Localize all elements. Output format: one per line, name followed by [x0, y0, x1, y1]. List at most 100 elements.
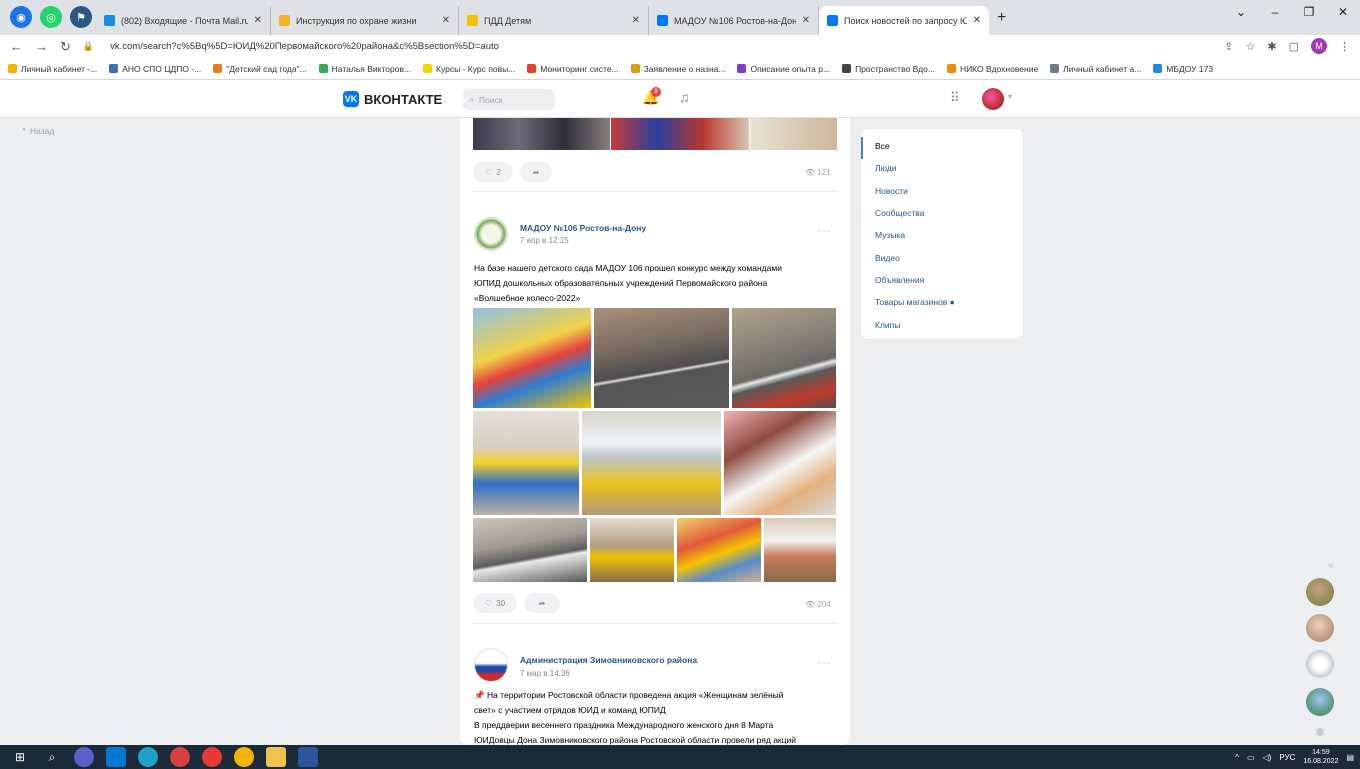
post-photo[interactable] [473, 518, 587, 582]
avatar[interactable] [982, 88, 1004, 110]
more-icon[interactable]: ··· [818, 226, 831, 237]
edge-icon[interactable] [138, 747, 158, 767]
bookmark-item[interactable]: НИКО Вдохновение [946, 64, 1038, 74]
windows-start-icon[interactable]: ⊞ [10, 747, 30, 767]
whatsapp-icon[interactable]: ◎ [40, 6, 62, 28]
post-photo[interactable] [590, 518, 674, 582]
filter-all[interactable]: Все [875, 141, 890, 151]
browser-tab-search[interactable]: Поиск новостей по запросу Ю ✕ [819, 6, 989, 35]
close-icon[interactable]: ✕ [802, 15, 810, 26]
post-photo[interactable] [611, 118, 749, 150]
bookmark-item[interactable]: АНО СПО ЦДПО -... [109, 64, 201, 74]
music-icon[interactable]: ♫ [679, 89, 690, 105]
search-input[interactable] [479, 94, 544, 105]
notifications-icon[interactable]: ▤ [1346, 753, 1354, 762]
chat-avatar[interactable] [1306, 688, 1334, 716]
profile-avatar[interactable]: M [1311, 38, 1327, 54]
close-icon[interactable]: ✕ [973, 15, 981, 26]
star-bookmark-icon[interactable]: ☆ [1246, 40, 1256, 53]
browser-tab-instruction[interactable]: Инструкция по охране жизни ✕ [271, 6, 459, 35]
filter-music[interactable]: Музыка [875, 230, 905, 240]
vk-search[interactable]: ⌕ [463, 89, 555, 110]
share-button[interactable]: ➦ [524, 593, 560, 613]
volume-icon[interactable]: ◁) [1263, 753, 1272, 762]
post-photo[interactable] [677, 518, 761, 582]
share-icon[interactable]: ⇪ [1224, 40, 1233, 53]
new-tab-button[interactable]: + [997, 9, 1006, 27]
post-photo[interactable] [750, 118, 837, 150]
bookmark-item[interactable]: Курсы - Курс повы... [423, 64, 515, 74]
restore-button[interactable]: ❐ [1292, 0, 1326, 24]
word-icon[interactable] [298, 747, 318, 767]
filter-video[interactable]: Видео [875, 253, 900, 263]
post-date[interactable]: 7 мар в 14:36 [520, 669, 570, 678]
extensions-icon[interactable]: ✱ [1267, 40, 1276, 53]
post-photo[interactable] [724, 411, 836, 515]
clock[interactable]: 14:59 16.08.2022 [1303, 748, 1338, 766]
bookmark-item[interactable]: МБДОУ 173 [1153, 64, 1213, 74]
sidebar-icon[interactable]: ▢ [1289, 40, 1299, 53]
network-icon[interactable]: ▭ [1247, 753, 1255, 762]
filter-news[interactable]: Новости [875, 186, 908, 196]
bookmark-item[interactable]: Заявление о назна... [630, 64, 725, 74]
folder-icon[interactable] [266, 747, 286, 767]
close-window-button[interactable]: ✕ [1326, 0, 1360, 24]
post-photo[interactable] [764, 518, 836, 582]
browser-tab-madou[interactable]: МАДОУ №106 Ростов-на-Дону ✕ [649, 6, 819, 35]
app-icon[interactable] [74, 747, 94, 767]
bookmark-item[interactable]: "Детский сад года"... [213, 64, 307, 74]
post-author[interactable]: Администрация Зимовниковского района [520, 655, 697, 665]
chat-avatar[interactable] [1306, 614, 1334, 642]
post-photo[interactable] [732, 308, 836, 408]
bookmark-item[interactable]: Мониторинг систе... [527, 64, 619, 74]
avatar[interactable] [474, 648, 508, 682]
bookmark-item[interactable]: Личный кабинет -... [8, 64, 97, 74]
language-indicator[interactable]: РУС [1279, 753, 1295, 762]
post-photo[interactable] [594, 308, 729, 408]
filter-ads[interactable]: Объявления [875, 275, 924, 285]
url-field[interactable]: vk.com/search?c%5Bq%5D=ЮИД%20Первомайско… [110, 41, 499, 52]
chrome-icon[interactable] [234, 747, 254, 767]
post-photo[interactable] [473, 118, 610, 150]
bookmark-item[interactable]: Описание опыта р... [737, 64, 830, 74]
yandex-icon[interactable] [170, 747, 190, 767]
bookmark-item[interactable]: Наталья Викторов... [318, 64, 411, 74]
like-button[interactable]: ♡ 2 [473, 162, 513, 182]
post-photo[interactable] [582, 411, 721, 515]
post-date[interactable]: 7 апр в 12:15 [520, 236, 569, 245]
filter-communities[interactable]: Сообщества [875, 208, 924, 218]
like-button[interactable]: ♡ 30 [473, 593, 517, 613]
filter-people[interactable]: Люди [875, 163, 896, 173]
vk-logo[interactable]: VK ВКОНТАКТЕ [343, 91, 442, 107]
bookmark-item[interactable]: Пространство Вдо... [842, 64, 935, 74]
lock-icon[interactable]: 🔒 [83, 41, 94, 52]
post-author[interactable]: МАДОУ №106 Ростов-на-Дону [520, 223, 646, 233]
chat-avatar[interactable] [1306, 650, 1334, 678]
share-button[interactable]: ➦ [520, 162, 552, 182]
apps-grid-icon[interactable]: ⠿ [950, 90, 960, 106]
yandex-browser-icon[interactable] [202, 747, 222, 767]
mail-icon[interactable] [106, 747, 126, 767]
menu-icon[interactable]: ⋮ [1339, 40, 1350, 53]
forward-arrow-icon[interactable]: → [35, 39, 48, 54]
chevron-up-icon[interactable]: ^ [1235, 753, 1239, 762]
chat-avatar[interactable] [1306, 578, 1334, 606]
close-icon[interactable]: ✕ [254, 15, 262, 26]
filter-products[interactable]: Товары магазинов ● [875, 297, 955, 307]
chevron-down-icon[interactable]: ▾ [1008, 92, 1012, 101]
close-icon[interactable]: ✕ [442, 15, 450, 26]
avatar[interactable] [474, 217, 508, 251]
browser-tab-mail[interactable]: (802) Входящие - Почта Mail.ru ✕ [96, 6, 271, 35]
post-photo[interactable] [473, 411, 579, 515]
search-icon[interactable]: ⌕ [42, 747, 62, 767]
post-photo[interactable] [473, 308, 591, 408]
reload-icon[interactable]: ↻ [60, 39, 71, 55]
minimize-button[interactable]: – [1258, 0, 1292, 24]
back-link[interactable]: ^ Назад [22, 126, 54, 136]
back-arrow-icon[interactable]: ← [10, 39, 23, 54]
tab-search-icon[interactable]: ⌄ [1224, 0, 1258, 24]
bookmark-item[interactable]: Личный кабинет а... [1050, 64, 1141, 74]
bookmark-app-icon[interactable]: ⚑ [70, 6, 92, 28]
browser-tab-pdd[interactable]: ПДД Детям ✕ [459, 6, 649, 35]
more-icon[interactable]: ··· [818, 658, 831, 669]
